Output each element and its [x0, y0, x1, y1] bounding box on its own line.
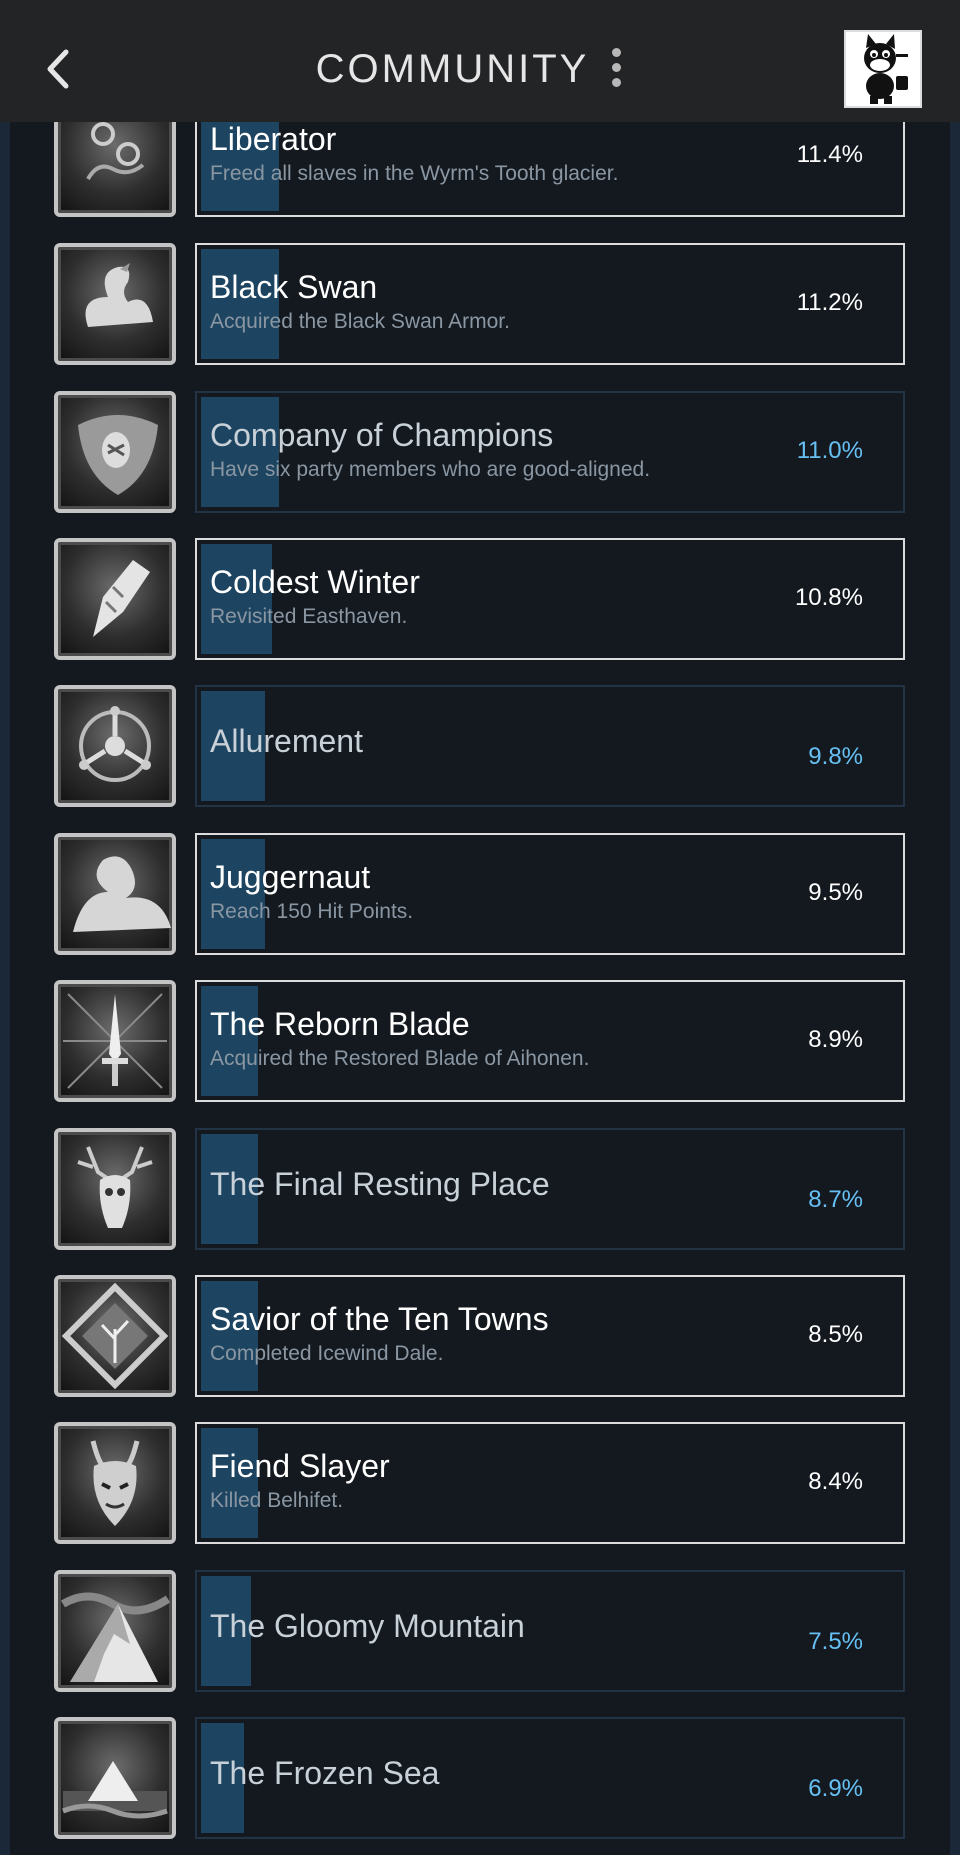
achievement-name: Savior of the Ten Towns: [210, 1301, 549, 1337]
unlock-percent: 6.9%: [808, 1775, 863, 1802]
triskelion-icon: [54, 685, 176, 807]
achievement-row[interactable]: The Final Resting Place 8.7%: [10, 1128, 950, 1250]
unlock-percent: 8.5%: [808, 1321, 863, 1348]
unlock-percent: 9.5%: [808, 879, 863, 906]
kebab-menu-icon[interactable]: [606, 48, 626, 90]
achievement-card[interactable]: Coldest Winter Revisited Easthaven. 10.8%: [195, 538, 905, 660]
unlock-percent: 8.9%: [808, 1026, 863, 1053]
achievement-row[interactable]: Savior of the Ten Towns Completed Icewind…: [10, 1275, 950, 1397]
achievement-card[interactable]: Black Swan Acquired the Black Swan Armor.…: [195, 243, 905, 365]
achievement-card[interactable]: The Gloomy Mountain 7.5%: [195, 1570, 905, 1692]
achievement-name: Liberator: [210, 121, 337, 157]
achievement-name: The Reborn Blade: [210, 1006, 470, 1042]
achievement-name: Fiend Slayer: [210, 1448, 390, 1484]
achievement-name: Black Swan: [210, 269, 378, 305]
achievement-description: Freed all slaves in the Wyrm's Tooth gla…: [210, 162, 619, 185]
page-title: COMMUNITY: [315, 47, 590, 91]
achievement-card[interactable]: Allurement 9.8%: [195, 685, 905, 807]
achievement-row[interactable]: Fiend Slayer Killed Belhifet. 8.4%: [10, 1422, 950, 1544]
flexed-arm-icon: [54, 833, 176, 955]
ice-shard-icon: [54, 538, 176, 660]
achievement-description: Have six party members who are good-alig…: [210, 458, 651, 481]
unlock-percent: 11.0%: [796, 437, 863, 464]
unlock-percent: 7.5%: [808, 1628, 863, 1655]
unlock-percent: 11.4%: [796, 141, 863, 168]
achievement-card[interactable]: Juggernaut Reach 150 Hit Points. 9.5%: [195, 833, 905, 955]
achievement-card[interactable]: The Final Resting Place 8.7%: [195, 1128, 905, 1250]
swan-icon: [54, 243, 176, 365]
achievement-row[interactable]: The Reborn Blade Acquired the Restored Bl…: [10, 980, 950, 1102]
frozen-sea-icon: [54, 1717, 176, 1839]
achievement-card[interactable]: The Frozen Sea 6.9%: [195, 1717, 905, 1839]
achievement-row[interactable]: Juggernaut Reach 150 Hit Points. 9.5%: [10, 833, 950, 955]
achievement-name: Allurement: [210, 723, 363, 759]
champions-medallion-icon: [54, 391, 176, 513]
achievement-name: Juggernaut: [210, 859, 371, 895]
achievement-row[interactable]: The Frozen Sea 6.9%: [10, 1717, 950, 1839]
unlock-percent: 11.2%: [796, 289, 863, 316]
achievement-name: Company of Champions: [210, 417, 554, 453]
demon-head-icon: [54, 1422, 176, 1544]
cartoon-cat-avatar-icon: [864, 34, 908, 104]
tree-emblem-icon: [54, 1275, 176, 1397]
achievement-name: The Gloomy Mountain: [210, 1608, 525, 1644]
achievement-card[interactable]: Company of Champions Have six party membe…: [195, 391, 905, 513]
achievement-description: Acquired the Restored Blade of Aihonen.: [210, 1047, 590, 1070]
achievement-name: The Final Resting Place: [210, 1166, 550, 1202]
achievement-row[interactable]: Allurement 9.8%: [10, 685, 950, 807]
achievement-name: Coldest Winter: [210, 564, 420, 600]
achievement-name: The Frozen Sea: [210, 1755, 440, 1791]
unlock-percent: 8.4%: [808, 1468, 863, 1495]
achievement-row[interactable]: Company of Champions Have six party membe…: [10, 391, 950, 513]
achievement-card[interactable]: Fiend Slayer Killed Belhifet. 8.4%: [195, 1422, 905, 1544]
achievement-card[interactable]: Savior of the Ten Towns Completed Icewind…: [195, 1275, 905, 1397]
achievement-row[interactable]: Coldest Winter Revisited Easthaven. 10.8%: [10, 538, 950, 660]
elk-skull-icon: [54, 1128, 176, 1250]
radiant-sword-icon: [54, 980, 176, 1102]
unlock-percent: 9.8%: [808, 743, 863, 770]
achievement-description: Killed Belhifet.: [210, 1489, 344, 1512]
achievement-description: Reach 150 Hit Points.: [210, 900, 414, 923]
unlock-percent: 8.7%: [808, 1186, 863, 1213]
achievement-card[interactable]: The Reborn Blade Acquired the Restored Bl…: [195, 980, 905, 1102]
avatar[interactable]: [844, 30, 922, 108]
achievement-description: Completed Icewind Dale.: [210, 1342, 444, 1365]
achievement-description: Acquired the Black Swan Armor.: [210, 310, 510, 333]
top-bar: COMMUNITY: [0, 0, 960, 122]
unlock-percent: 10.8%: [794, 584, 863, 611]
achievement-row[interactable]: Black Swan Acquired the Black Swan Armor.…: [10, 243, 950, 365]
mountain-peak-icon: [54, 1570, 176, 1692]
achievement-description: Revisited Easthaven.: [210, 605, 408, 628]
achievement-row[interactable]: The Gloomy Mountain 7.5%: [10, 1570, 950, 1692]
